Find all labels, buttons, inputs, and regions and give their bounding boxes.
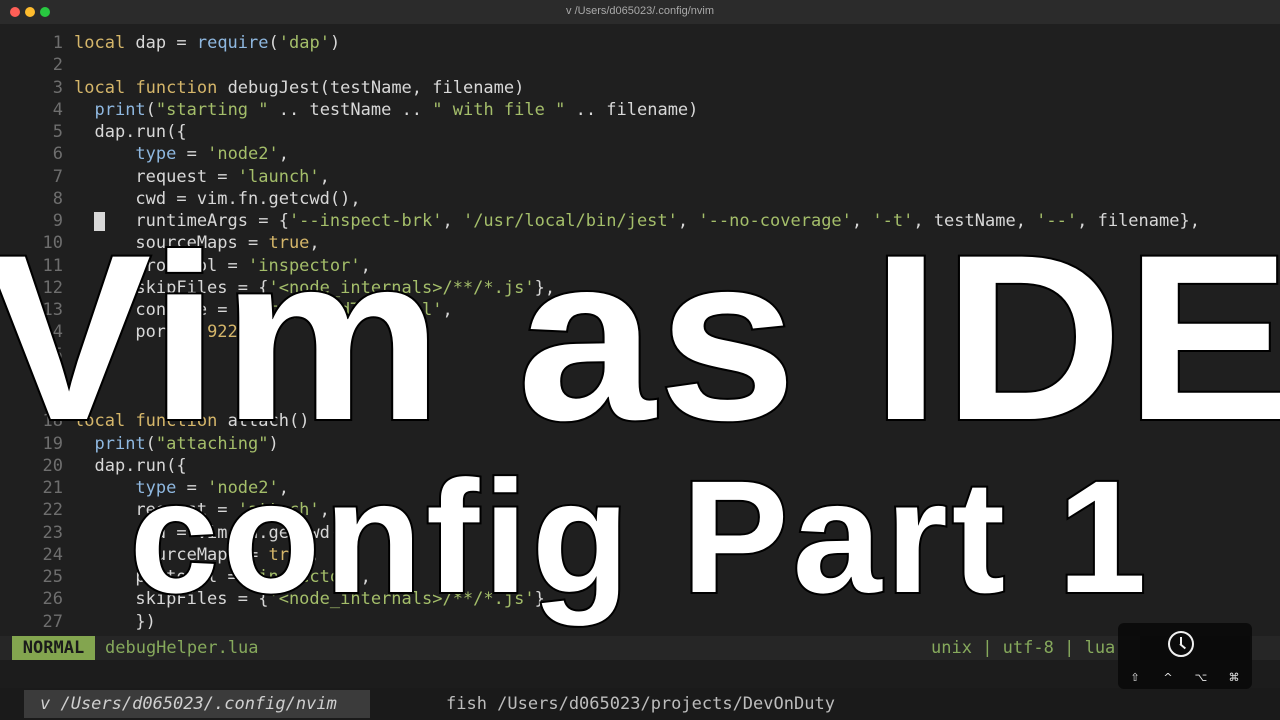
thumbnail-title-line-1: Vim as IDE	[0, 206, 1280, 470]
code-text: request = 'launch',	[74, 166, 330, 187]
window-title: v /Users/d065023/.config/nvim	[566, 5, 714, 17]
tmux-tab-active[interactable]: v /Users/d065023/.config/nvim	[24, 690, 370, 718]
line-number: 1	[52, 33, 63, 53]
line-number: 3	[52, 77, 63, 98]
window-titlebar: v /Users/d065023/.config/nvim	[0, 0, 1280, 25]
code-line[interactable]: 5 dap.run({	[0, 121, 1280, 143]
history-clock-icon	[1168, 631, 1194, 657]
vim-command-line[interactable]	[0, 660, 1280, 688]
option-key-icon: ⌥	[1194, 671, 1208, 684]
code-text: local dap = require('dap')	[74, 33, 341, 53]
encoding: utf-8	[1002, 638, 1054, 658]
tmux-tab-bar: v /Users/d065023/.config/nvim fish /User…	[0, 688, 1280, 720]
statusline-separator: |	[971, 638, 1003, 658]
line-number: 5	[52, 122, 63, 142]
keystroke-overlay: ⇧ ^ ⌥ ⌘	[1118, 623, 1252, 689]
code-line[interactable]: 7 request = 'launch',	[0, 166, 1280, 188]
filetype: lua	[1084, 638, 1116, 658]
code-line[interactable]: 1 local dap = require('dap')	[0, 32, 1280, 54]
line-number: 7	[52, 166, 63, 187]
vim-statusline: NORMAL debugHelper.lua unix | utf-8 | lu…	[0, 636, 1280, 660]
shift-key-icon: ⇧	[1130, 671, 1140, 684]
code-line[interactable]: 2	[0, 54, 1280, 76]
line-number: 6	[52, 144, 63, 165]
code-line[interactable]: 6 type = 'node2',	[0, 143, 1280, 165]
code-text: local function debugJest(testName, filen…	[74, 77, 525, 98]
code-text: type = 'node2',	[135, 144, 289, 165]
statusline-fileinfo: unix | utf-8 | lua	[931, 636, 1115, 660]
tmux-tab-inactive[interactable]: fish /Users/d065023/projects/DevOnDuty	[446, 690, 835, 718]
code-text: print("starting " .. testName .. " with …	[94, 99, 699, 120]
command-key-icon: ⌘	[1228, 671, 1240, 684]
statusline-separator: |	[1053, 638, 1085, 658]
vim-mode-indicator: NORMAL	[12, 636, 95, 660]
code-line[interactable]: 4 print("starting " .. testName .. " wit…	[0, 99, 1280, 121]
statusline-filename: debugHelper.lua	[105, 638, 259, 658]
thumbnail-title-line-2: config Part 1	[127, 447, 1151, 626]
line-number: 2	[52, 55, 63, 76]
fileformat: unix	[931, 638, 972, 658]
control-key-icon: ^	[1163, 671, 1173, 684]
code-text: dap.run({	[74, 122, 187, 142]
line-number: 4	[52, 99, 63, 120]
code-line[interactable]: 3 local function debugJest(testName, file…	[0, 77, 1280, 99]
